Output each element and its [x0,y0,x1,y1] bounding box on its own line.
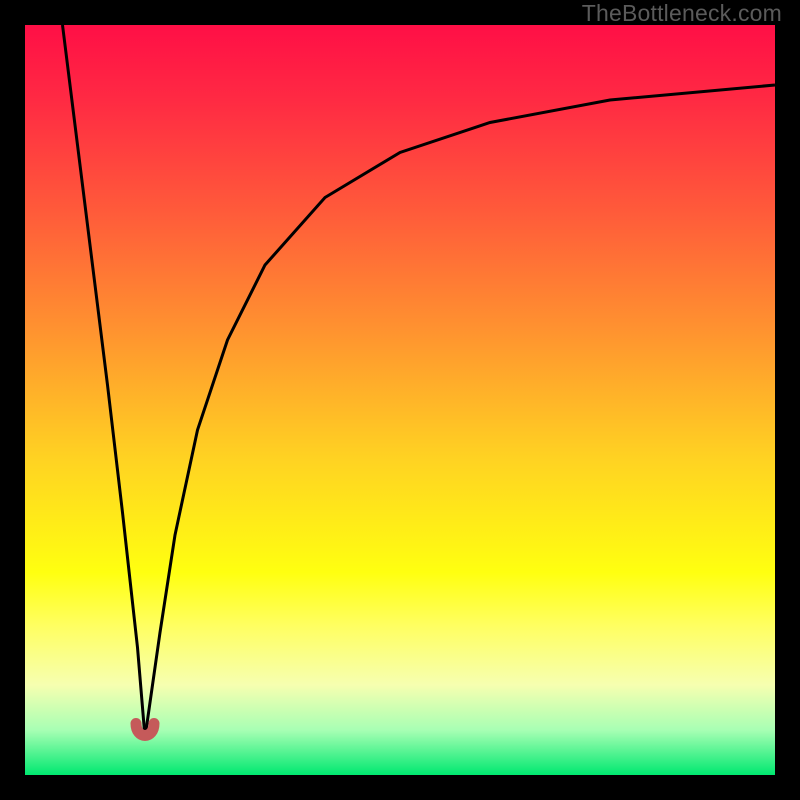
chart-frame: TheBottleneck.com [0,0,800,800]
watermark-text: TheBottleneck.com [582,0,782,27]
curve-layer [25,25,775,775]
left-branch-curve [63,25,146,738]
right-branch-curve [145,85,775,738]
